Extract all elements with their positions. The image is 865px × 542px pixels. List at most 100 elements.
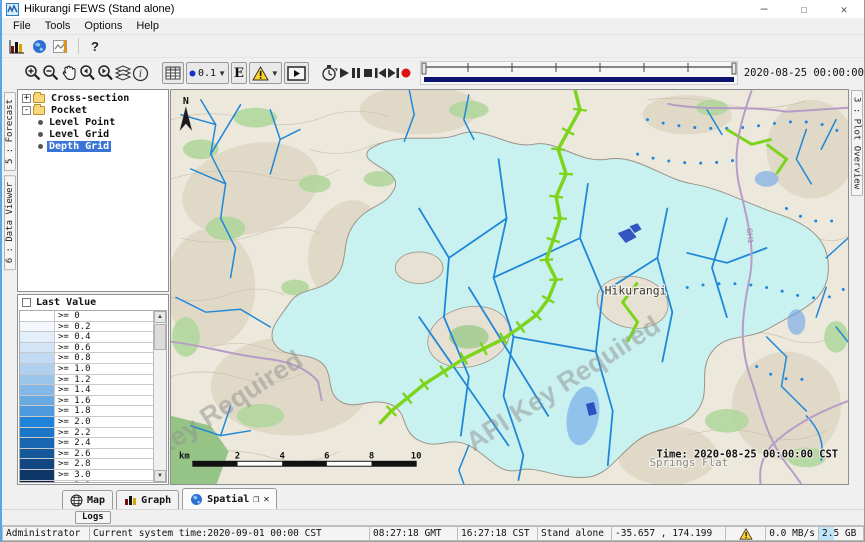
minimize-button[interactable]: ─ [744,0,784,18]
status-local-time: 16:27:18 CST [458,526,538,541]
step-back-button[interactable] [374,61,387,85]
info-button[interactable]: i [132,61,149,85]
legend-row: >= 2.2 [20,428,153,439]
app-window: Hikurangi FEWS (Stand alone) ─ ☐ ✕ File … [0,0,865,542]
scroll-thumb[interactable] [154,324,166,350]
legend-row: >= 2.6 [20,449,153,460]
menu-bar: File Tools Options Help [2,18,864,35]
zoom-previous-button[interactable] [78,61,96,85]
bullet-icon [38,144,43,149]
status-coordinates: -35.657 , 174.199 [612,526,726,541]
tab-map[interactable]: Map [62,490,113,509]
legend-toggle-button[interactable]: E [231,62,247,84]
tab-map-label: Map [87,495,105,506]
logs-button[interactable]: Logs [75,511,111,524]
tree-node[interactable]: - Pocket [18,104,168,116]
time-slider-track[interactable] [420,61,738,85]
legend-color-swatch [20,332,55,342]
legend-row: >= 2.0 [20,417,153,428]
map-toolbar: i 0.1 ▼ E ▼ [2,57,864,88]
legend-color-swatch [20,364,55,374]
right-tab-strip: 3 : Plot Overview [849,88,864,486]
help-button[interactable]: ? [85,39,105,54]
legend-row: >= 0.6 [20,343,153,354]
menu-help[interactable]: Help [129,19,166,33]
zoom-in-button[interactable] [24,61,42,85]
status-bar: Administrator Current system time:2020-0… [2,525,864,541]
bottom-tab-bar: Map Graph Spatial ❒ ✕ [2,486,864,509]
maximize-button[interactable]: ☐ [784,0,824,18]
grid-layer-button[interactable] [162,62,184,84]
animation-display-button[interactable] [284,62,309,84]
tab-graph-label: Graph [141,495,171,506]
legend-panel: Last Value >= 0 >= 0.2 >= 0.4 >= 0.6 >= … [17,294,169,485]
tab-close-icon[interactable]: ✕ [263,494,269,505]
folder-icon [33,94,45,103]
legend-row-label: >= 0.4 [55,332,94,342]
status-mode: Stand alone [538,526,612,541]
legend-color-swatch [20,353,55,363]
scroll-up-icon[interactable]: ▲ [154,311,166,323]
tree-node-label: Level Point [47,117,117,128]
tree-node[interactable]: Level Point [18,116,168,128]
scroll-down-icon[interactable]: ▼ [154,470,166,482]
tab-data-viewer[interactable]: 6 : Data Viewer [4,175,16,270]
threshold-dot-icon [189,70,196,77]
legend-scrollbar[interactable]: ▲ ▼ [153,311,166,482]
tree-node[interactable]: Depth Grid [18,140,168,152]
pan-hand-button[interactable] [60,61,78,85]
tree-toggle[interactable]: + [22,94,31,103]
zoom-out-button[interactable] [42,61,60,85]
tree-node[interactable]: Level Grid [18,128,168,140]
svg-text:N: N [183,96,189,107]
tab-forecast[interactable]: 5 : Forecast [4,92,16,171]
timeseries-display-button[interactable] [50,37,72,55]
legend-color-swatch [20,417,55,427]
map-canvas[interactable]: API Key Required API Key Required SH1 Hi… [170,89,849,485]
menu-file[interactable]: File [6,19,38,33]
svg-text:4: 4 [279,451,284,461]
layers-button[interactable] [114,61,132,85]
tab-spatial-label: Spatial [207,494,249,505]
legend-row-label: >= 3.2 [55,481,94,484]
time-slider[interactable] [420,61,738,85]
legend-row-label: >= 0 [55,311,83,321]
tab-plot-overview[interactable]: 3 : Plot Overview [851,90,863,196]
tab-maximize-icon[interactable]: ❒ [253,494,259,505]
tab-spatial[interactable]: Spatial ❒ ✕ [182,488,277,509]
legend-row: >= 1.0 [20,364,153,375]
status-download-rate: 0.0 MB/s [766,526,819,541]
record-button[interactable] [400,61,412,85]
play-button[interactable] [338,61,350,85]
tree-node[interactable]: + Cross-section [18,92,168,104]
toolbar-separator [78,38,79,54]
menu-tools[interactable]: Tools [38,19,78,33]
legend-row-label: >= 1.8 [55,406,94,416]
svg-text:10: 10 [411,451,422,461]
legend-row-label: >= 2.2 [55,428,94,438]
legend-color-swatch [20,481,55,484]
warning-dropdown[interactable]: ▼ [249,62,282,84]
legend-color-swatch [20,375,55,385]
last-value-checkbox[interactable] [22,298,31,307]
status-warning[interactable] [726,526,766,541]
threshold-dropdown[interactable]: 0.1 ▼ [186,62,229,84]
map-display-button[interactable] [28,37,50,55]
legend-row: >= 3.0 [20,470,153,481]
zoom-next-button[interactable] [96,61,114,85]
legend-row-label: >= 2.4 [55,438,94,448]
animation-timer-button[interactable] [320,61,338,85]
legend-row: >= 2.4 [20,438,153,449]
data-display-button[interactable] [6,37,28,55]
legend-row: >= 1.6 [20,396,153,407]
close-button[interactable]: ✕ [824,0,864,18]
pause-button[interactable] [350,61,362,85]
basemap-svg[interactable]: API Key Required API Key Required SH1 Hi… [171,90,848,484]
main-area: 5 : Forecast 6 : Data Viewer + Cross-sec… [2,88,864,486]
menu-options[interactable]: Options [77,19,129,33]
tab-graph[interactable]: Graph [116,490,179,509]
warning-icon [739,528,753,540]
step-forward-button[interactable] [387,61,400,85]
tree-toggle[interactable]: - [22,106,31,115]
stop-button[interactable] [362,61,374,85]
